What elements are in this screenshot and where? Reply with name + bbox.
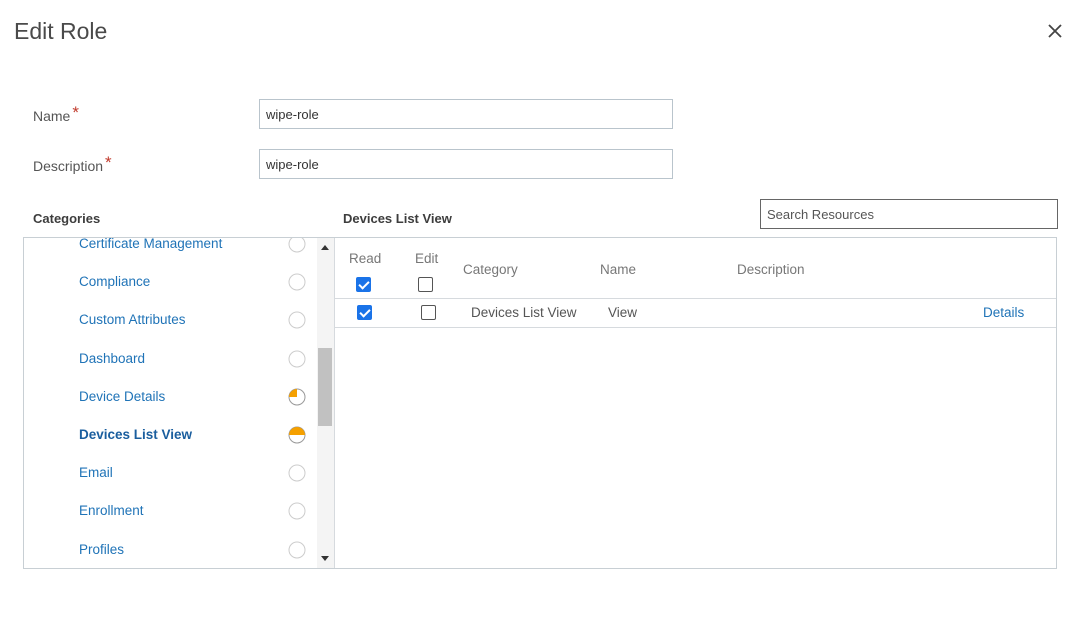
circle-empty-icon: [288, 273, 306, 291]
category-item-email[interactable]: Email: [79, 465, 113, 480]
circle-empty-icon: [288, 541, 306, 559]
category-item-compliance[interactable]: Compliance: [79, 274, 150, 289]
column-description: Description: [737, 262, 805, 277]
category-item-enrollment[interactable]: Enrollment: [79, 503, 144, 518]
circle-half-icon: [288, 426, 306, 444]
circle-empty-icon: [288, 311, 306, 329]
category-scrollbar[interactable]: [317, 238, 334, 568]
panel-divider: [334, 238, 335, 568]
close-icon[interactable]: [1044, 20, 1066, 42]
categories-heading: Categories: [33, 211, 101, 226]
description-label: Description *: [33, 153, 112, 174]
scroll-thumb[interactable]: [318, 348, 332, 426]
column-read: Read: [349, 251, 382, 266]
column-category: Category: [463, 262, 518, 277]
category-item-custom-attributes[interactable]: Custom Attributes: [79, 312, 186, 327]
circle-empty-icon: [288, 502, 306, 520]
required-asterisk: *: [105, 153, 112, 172]
row-edit-checkbox[interactable]: [421, 305, 436, 320]
circle-quarter-icon: [288, 388, 306, 406]
permissions-panel: Certificate Management Compliance Custom…: [23, 237, 1057, 569]
name-input[interactable]: [259, 99, 673, 129]
select-all-edit-checkbox[interactable]: [418, 277, 433, 292]
column-name: Name: [600, 262, 637, 277]
category-list: Certificate Management Compliance Custom…: [24, 238, 316, 568]
dialog-title: Edit Role: [14, 18, 108, 44]
category-item-devices-list-view[interactable]: Devices List View: [79, 427, 192, 442]
category-item-dashboard[interactable]: Dashboard: [79, 351, 145, 366]
column-edit: Edit: [415, 251, 439, 266]
name-label: Name *: [33, 103, 79, 124]
scroll-up-arrow-icon[interactable]: [321, 245, 329, 250]
header-divider: [335, 298, 1056, 299]
row-category: Devices List View: [471, 305, 577, 320]
category-item-device-details[interactable]: Device Details: [79, 389, 165, 404]
row-name: View: [608, 305, 638, 320]
row-read-checkbox[interactable]: [357, 305, 372, 320]
circle-empty-icon: [288, 350, 306, 368]
category-item-certificate-management[interactable]: Certificate Management: [79, 238, 222, 251]
description-input[interactable]: [259, 149, 673, 179]
circle-empty-icon: [288, 238, 306, 253]
circle-empty-icon: [288, 464, 306, 482]
scroll-down-arrow-icon[interactable]: [321, 556, 329, 561]
search-resources-input[interactable]: [760, 199, 1058, 229]
required-asterisk: *: [72, 103, 79, 122]
details-link[interactable]: Details: [983, 305, 1024, 320]
category-item-profiles[interactable]: Profiles: [79, 542, 124, 557]
resources-heading: Devices List View: [343, 211, 452, 226]
row-divider: [335, 327, 1056, 328]
select-all-read-checkbox[interactable]: [356, 277, 371, 292]
